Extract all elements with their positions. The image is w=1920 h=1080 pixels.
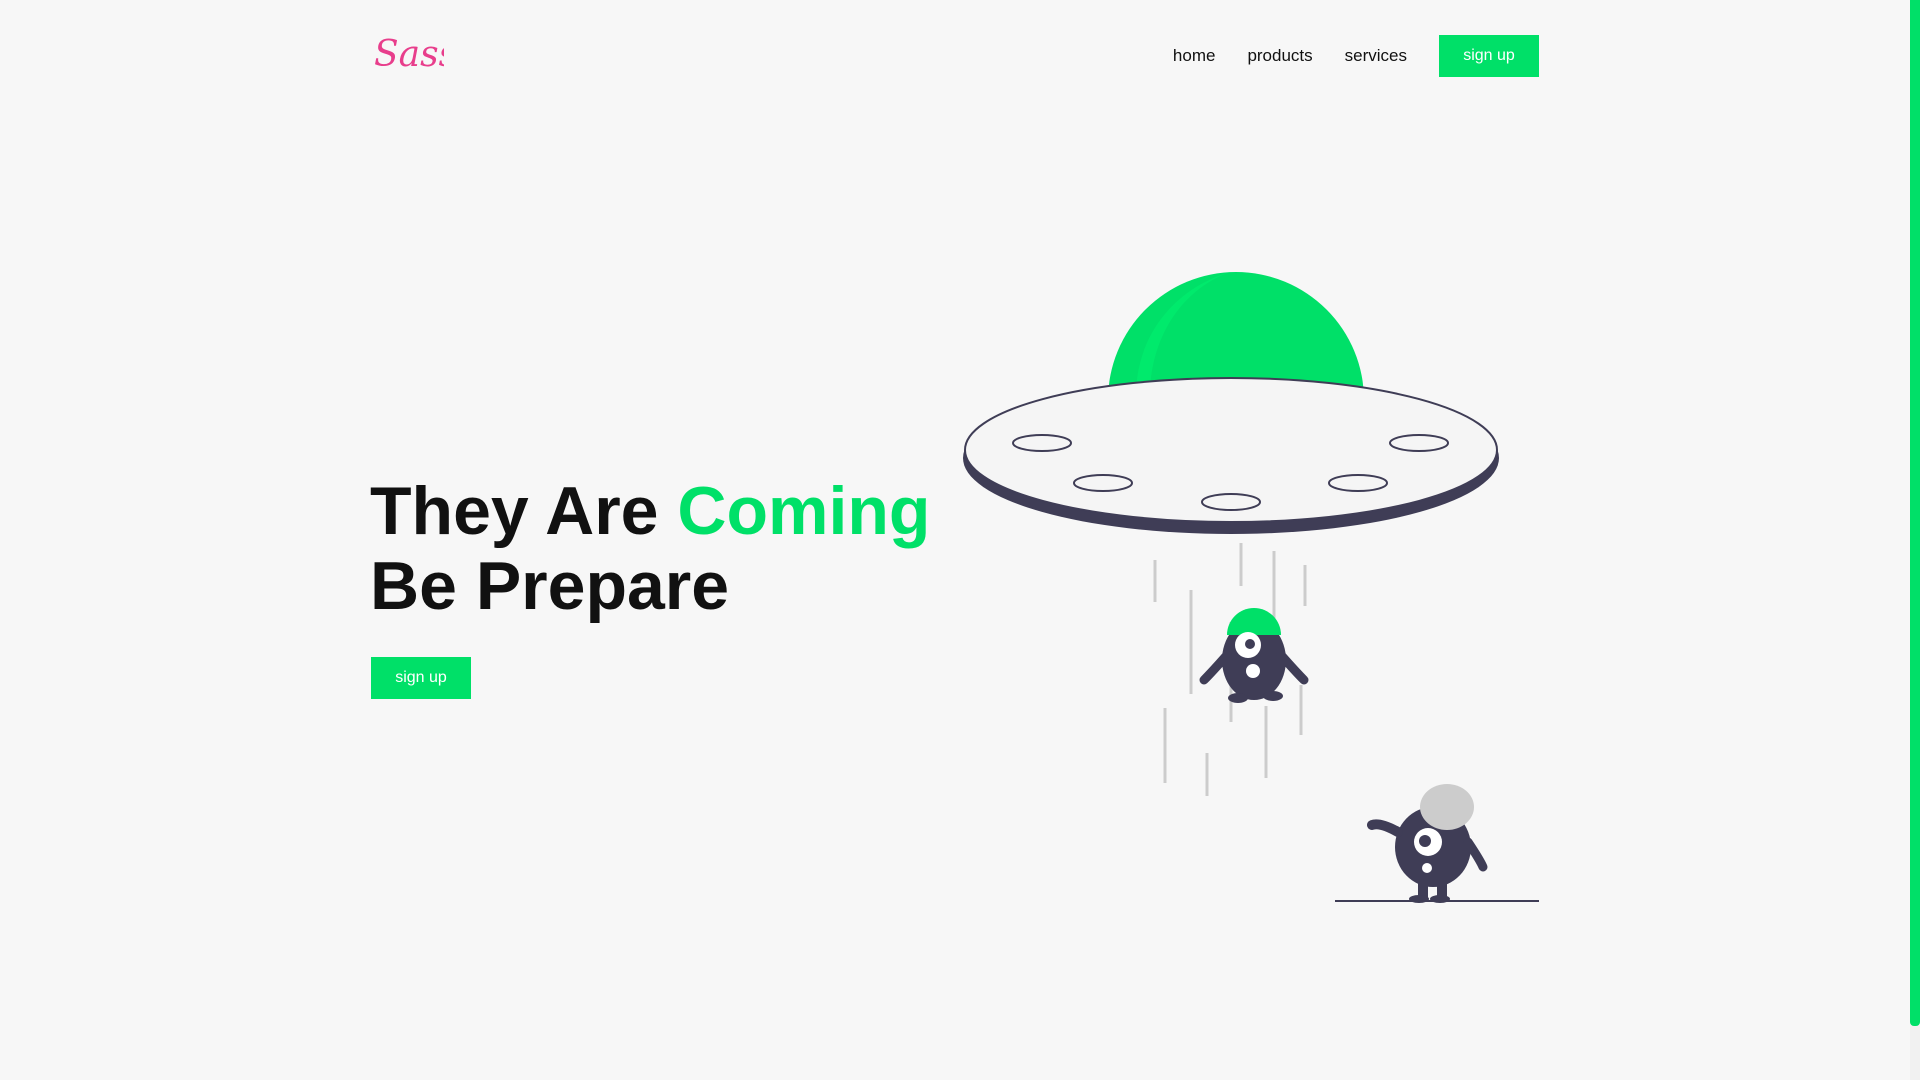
nav-link-home[interactable]: home [1173, 46, 1216, 66]
headline-prefix: They Are [370, 473, 678, 549]
floating-alien [1199, 608, 1309, 703]
nav-link-services[interactable]: services [1345, 46, 1407, 66]
ufo-saucer [963, 377, 1499, 534]
nav-signup-button[interactable]: sign up [1439, 35, 1539, 77]
ufo-abduction-illustration [963, 272, 1539, 903]
vertical-scrollbar[interactable] [1910, 0, 1920, 1080]
hero-signup-button[interactable]: sign up [371, 657, 471, 699]
svg-text:Sass: Sass [374, 34, 444, 75]
ground-alien [1335, 784, 1539, 903]
hero-headline: They Are Coming Be Prepare [370, 474, 930, 624]
landing-page: Sass home products services sign up They… [0, 0, 1920, 1080]
nav-link-products[interactable]: products [1247, 46, 1312, 66]
main-nav: home products services sign up [1173, 35, 1539, 77]
headline-line2: Be Prepare [370, 548, 730, 624]
scrollbar-thumb[interactable] [1910, 0, 1920, 1026]
sass-logo-icon[interactable]: Sass [372, 26, 444, 82]
headline-accent: Coming [677, 473, 931, 549]
